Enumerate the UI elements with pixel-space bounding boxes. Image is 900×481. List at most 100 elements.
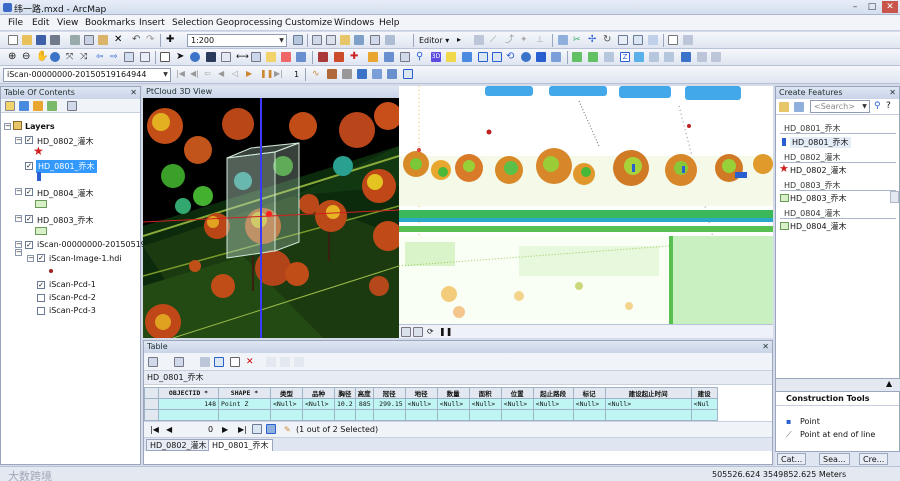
identify-icon[interactable] bbox=[190, 52, 200, 62]
column-header[interactable]: SHAPE * bbox=[218, 387, 271, 399]
menu-geoprocessing[interactable]: Geoprocessing bbox=[216, 18, 283, 28]
pcloud-dots2-icon[interactable] bbox=[664, 52, 674, 62]
close-button[interactable]: ✕ bbox=[882, 1, 898, 13]
menu-customize[interactable]: Customize bbox=[285, 18, 332, 28]
pcloud-sections-icon[interactable] bbox=[697, 52, 707, 62]
toc-close-icon[interactable]: ✕ bbox=[130, 87, 137, 99]
pcd-2-name[interactable]: iScan-Pcd-2 bbox=[49, 293, 96, 302]
first-frame-icon[interactable]: |◀ bbox=[176, 69, 186, 79]
column-header[interactable]: 数量 bbox=[436, 387, 470, 399]
tab-hd-0802[interactable]: HD_0802_灌木 bbox=[146, 439, 211, 451]
menu-file[interactable]: File bbox=[8, 18, 23, 28]
edit-annotation-icon[interactable] bbox=[668, 35, 678, 45]
column-header[interactable]: 地径 bbox=[404, 387, 438, 399]
pcloud-refresh-icon[interactable]: ⟲ bbox=[506, 52, 516, 62]
copy-icon[interactable] bbox=[84, 35, 94, 45]
editor-toolbar-icon[interactable] bbox=[293, 35, 303, 45]
attributes-icon[interactable] bbox=[618, 35, 628, 45]
pcloud-home-icon[interactable] bbox=[681, 52, 691, 62]
search-window-icon[interactable] bbox=[385, 35, 395, 45]
show-all-records-icon[interactable] bbox=[252, 424, 262, 434]
scan-combo[interactable]: iScan-00000000-20150519164944 ▼ bbox=[3, 68, 171, 82]
step-back-icon[interactable]: ◀ bbox=[218, 69, 228, 79]
pcloud-sections2-icon[interactable] bbox=[711, 52, 721, 62]
undo-icon[interactable]: ↶ bbox=[132, 35, 142, 45]
pcd-2-checkbox[interactable] bbox=[37, 294, 45, 302]
editor-options-icon[interactable] bbox=[683, 35, 693, 45]
select-arrow-icon[interactable]: ➤ bbox=[176, 52, 186, 62]
pcloud-add-icon[interactable] bbox=[334, 52, 344, 62]
last-record-icon[interactable]: ▶| bbox=[238, 425, 247, 434]
list-by-drawing-order-icon[interactable] bbox=[5, 101, 15, 111]
record-number[interactable]: 0 bbox=[208, 425, 213, 434]
sketch-properties-icon[interactable] bbox=[633, 35, 643, 45]
route-icon[interactable]: ∿ bbox=[312, 69, 322, 79]
pcloud-water-icon[interactable] bbox=[634, 52, 644, 62]
select-by-rectangle-icon[interactable] bbox=[124, 52, 134, 62]
play-icon[interactable]: ▶ bbox=[246, 69, 256, 79]
clear-selection-table-icon[interactable] bbox=[230, 357, 240, 367]
template-item-0801[interactable]: HD_0801_乔木 bbox=[790, 137, 851, 148]
catalog-window-icon[interactable] bbox=[326, 35, 336, 45]
pcd-1-name[interactable]: iScan-Pcd-1 bbox=[49, 280, 96, 289]
editor-menu[interactable]: Editor ▾ bbox=[419, 36, 449, 45]
map-scale-combo[interactable]: 1:200 ▼ bbox=[187, 34, 287, 47]
table-layer-tab[interactable]: HD_0801_乔木 bbox=[144, 371, 772, 385]
table-close-icon[interactable]: ✕ bbox=[762, 341, 769, 353]
play-back-icon[interactable]: ◁ bbox=[232, 69, 242, 79]
switch-selection-icon[interactable] bbox=[214, 357, 224, 367]
reshape-icon[interactable] bbox=[558, 35, 568, 45]
column-header[interactable]: 位置 bbox=[500, 387, 534, 399]
pcloud-z-icon[interactable]: Z bbox=[620, 52, 630, 62]
prev-frame-icon[interactable]: ◀| bbox=[190, 69, 200, 79]
add-data-icon[interactable]: ✚ bbox=[166, 35, 176, 45]
fixed-zoom-out-icon[interactable]: ⤨ bbox=[80, 52, 90, 62]
clear-selection-icon[interactable] bbox=[140, 52, 150, 62]
zoom-out-icon[interactable]: ⊖ bbox=[22, 52, 32, 62]
camera-icon[interactable] bbox=[327, 69, 337, 79]
refresh-view-icon[interactable]: ⟳ bbox=[427, 327, 437, 337]
image-layer-checkbox[interactable]: ✓ bbox=[37, 254, 45, 262]
model-builder-icon[interactable] bbox=[370, 35, 380, 45]
column-header[interactable]: 标记 bbox=[572, 387, 606, 399]
list-by-source-icon[interactable] bbox=[19, 101, 29, 111]
show-selected-records-icon[interactable] bbox=[266, 424, 276, 434]
pcloud-view-icon[interactable] bbox=[384, 52, 394, 62]
find-icon[interactable] bbox=[206, 52, 216, 62]
prev-record-icon[interactable]: ◀ bbox=[166, 425, 172, 434]
link-view-icon[interactable] bbox=[372, 69, 382, 79]
pcloud-select-icon[interactable] bbox=[478, 52, 488, 62]
copy-selected-icon[interactable] bbox=[266, 357, 276, 367]
pcloud-dots-icon[interactable] bbox=[649, 52, 659, 62]
rotate-icon[interactable]: ↻ bbox=[603, 35, 613, 45]
image-window-icon[interactable] bbox=[357, 69, 367, 79]
layer-2-checkbox[interactable]: ✓ bbox=[25, 188, 33, 196]
layer-0-name[interactable]: HD_0802_灌木 bbox=[37, 136, 94, 147]
pcloud-green2-icon[interactable] bbox=[588, 52, 598, 62]
construction-tool-point-at-end[interactable]: Point at end of line bbox=[800, 430, 875, 439]
sync-icon[interactable] bbox=[387, 69, 397, 79]
python-icon[interactable] bbox=[354, 35, 364, 45]
select-elements-icon[interactable] bbox=[160, 52, 170, 62]
fixed-zoom-in-icon[interactable]: ⤧ bbox=[66, 52, 76, 62]
column-header[interactable]: 类型 bbox=[270, 387, 303, 399]
pcd-3-name[interactable]: iScan-Pcd-3 bbox=[49, 306, 96, 315]
layout-view-icon[interactable] bbox=[413, 327, 423, 337]
tab-search[interactable]: Sea... bbox=[819, 453, 850, 465]
layer-2-name[interactable]: HD_0804_灌木 bbox=[37, 188, 94, 199]
pcloud-highlight-icon[interactable] bbox=[446, 52, 456, 62]
go-to-xy-icon[interactable] bbox=[221, 52, 231, 62]
full-extent-icon[interactable] bbox=[50, 52, 60, 62]
next-record-icon[interactable]: ▶ bbox=[222, 425, 228, 434]
scroll-up-icon[interactable]: ▲ bbox=[886, 379, 892, 388]
pcd-3-checkbox[interactable] bbox=[37, 307, 45, 315]
arc-segment-icon[interactable]: ⤴ bbox=[505, 35, 515, 45]
template-item-0804[interactable]: HD_0804_灌木 bbox=[790, 221, 847, 232]
open-icon[interactable] bbox=[22, 35, 32, 45]
pause-drawing-icon[interactable]: ❚❚ bbox=[439, 327, 452, 337]
column-header[interactable]: 冠径 bbox=[372, 387, 406, 399]
zoom-to-selected-icon[interactable] bbox=[280, 357, 290, 367]
pcd-1-checkbox[interactable]: ✓ bbox=[37, 281, 45, 289]
layer-3-checkbox[interactable]: ✓ bbox=[25, 215, 33, 223]
column-header[interactable]: OBJECTID * bbox=[158, 387, 219, 399]
